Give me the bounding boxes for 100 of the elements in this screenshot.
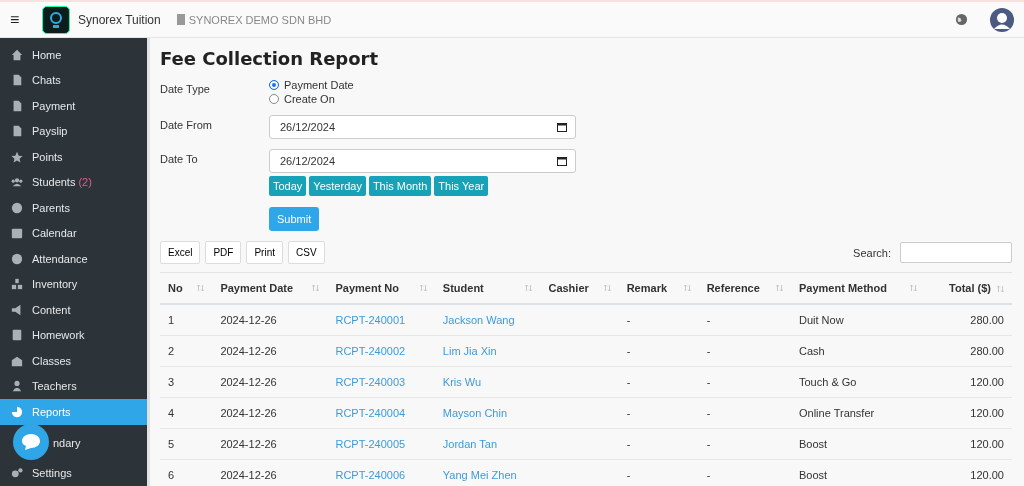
boxes-icon [11,278,23,291]
table-cell: - [626,376,631,388]
column-header[interactable]: Total ($) [925,272,1012,304]
sort-icon[interactable] [997,285,1004,294]
document-icon [11,99,23,112]
column-header[interactable]: Student [434,272,541,304]
page-title: Fee Collection Report [160,48,380,69]
sidebar-item[interactable]: Classes [0,348,147,374]
sidebar-item[interactable]: Payslip [0,118,147,144]
table-cell: - [626,469,631,481]
sidebar-item[interactable]: Parents [0,195,147,221]
table-cell: 2024-12-26 [220,407,277,419]
sidebar-item[interactable]: Attendance [0,246,147,272]
sort-icon[interactable] [312,284,320,292]
table-cell: 2024-12-26 [220,469,277,481]
megaphone-icon [11,303,23,316]
table-cell: - [706,376,711,388]
table-cell: - [626,314,631,326]
table-cell: 4 [168,407,175,419]
radio-option[interactable]: Payment Date [269,79,354,91]
sidebar-item[interactable]: ndary [0,424,147,461]
date-field[interactable]: 26/12/2024 [269,115,576,139]
table-cell: 2024-12-26 [220,314,277,326]
sidebar-item[interactable]: Inventory [0,271,147,297]
table-cell: - [706,407,711,419]
table-cell: Boost [799,438,828,450]
table-cell: 1 [168,314,175,326]
table-cell: Boost [799,469,828,481]
sort-icon[interactable] [683,284,691,292]
document-icon [11,74,23,87]
table-cell: 120.00 [970,469,1004,481]
table-cell: 2024-12-26 [220,438,277,450]
table-cell: Touch & Go [799,376,857,388]
table-cell: - [706,469,711,481]
table-cell: 5 [168,438,175,450]
table-cell: - [626,345,631,357]
table-cell: 120.00 [970,376,1004,388]
sidebar-item[interactable]: Points [0,144,147,170]
table-cell: - [626,438,631,450]
field-label: Date Type [160,82,211,97]
table-cell: Online Transfer [799,407,875,419]
sidebar-item[interactable]: Chats [0,67,147,93]
sidebar-item[interactable]: Homework [0,322,147,348]
globe-icon[interactable] [955,13,968,26]
export-button[interactable]: PDF [205,241,242,264]
search-field[interactable] [900,242,1012,263]
sort-icon[interactable] [776,284,783,292]
avatar-icon[interactable] [990,7,1014,32]
table-cell: - [706,438,711,450]
user-icon [11,380,23,393]
users-icon [11,176,23,189]
field-label: Date To [160,152,199,167]
table-cell: 120.00 [970,438,1004,450]
table-cell: 3 [168,376,175,388]
sidebar-item[interactable]: Payment [0,93,147,119]
sidebar-item[interactable]: Home [0,42,147,68]
sort-icon[interactable] [525,284,533,292]
column-header[interactable]: Payment Method [791,272,926,304]
sort-icon[interactable] [603,284,611,292]
sort-icon[interactable] [910,284,918,292]
table-cell: Cash [799,345,825,357]
radio-option[interactable]: Create On [269,93,354,105]
column-header[interactable]: Payment No [327,272,435,304]
table-cell: - [626,407,631,419]
pie-chart-icon [11,405,23,418]
sidebar-item[interactable]: Calendar [0,220,147,246]
export-button[interactable]: Excel [160,241,201,264]
table-cell: 120.00 [970,407,1004,419]
table-cell: Duit Now [799,314,844,326]
sort-icon[interactable] [419,284,427,292]
export-button[interactable]: Print [246,241,283,264]
sort-icon[interactable] [197,284,205,292]
table-cell: 280.00 [970,314,1004,326]
sidebar-item[interactable]: Content [0,297,147,323]
search-label: Search: [853,246,891,259]
table-cell: 2 [168,345,175,357]
chat-icon [21,433,41,451]
document-icon [11,125,23,138]
star-icon [11,150,23,163]
table-cell: - [706,345,711,357]
column-header[interactable]: Reference [698,272,791,304]
export-button[interactable]: CSV [288,241,325,264]
company-name: SYNOREX DEMO SDN BHD [188,13,332,26]
table-cell: - [706,314,711,326]
menu-icon[interactable]: ≡ [10,10,26,29]
logo-icon [42,5,70,34]
table-cell: 2024-12-26 [220,376,277,388]
field-label: Date From [160,118,213,133]
column-header[interactable]: No [160,272,213,304]
column-header[interactable]: Payment Date [212,272,328,304]
date-field[interactable]: 26/12/2024 [269,149,576,173]
home-icon [11,48,23,61]
sidebar-item[interactable]: Students (2) [0,169,147,195]
sidebar-item[interactable]: Teachers [0,373,147,399]
column-header[interactable]: Cashier [540,272,619,304]
table-cell: 280.00 [970,345,1004,357]
app-title: Synorex Tuition [78,12,161,27]
column-header[interactable]: Remark [618,272,699,304]
sidebar-item[interactable]: Settings [0,460,147,486]
table-cell: 2024-12-26 [220,345,277,357]
